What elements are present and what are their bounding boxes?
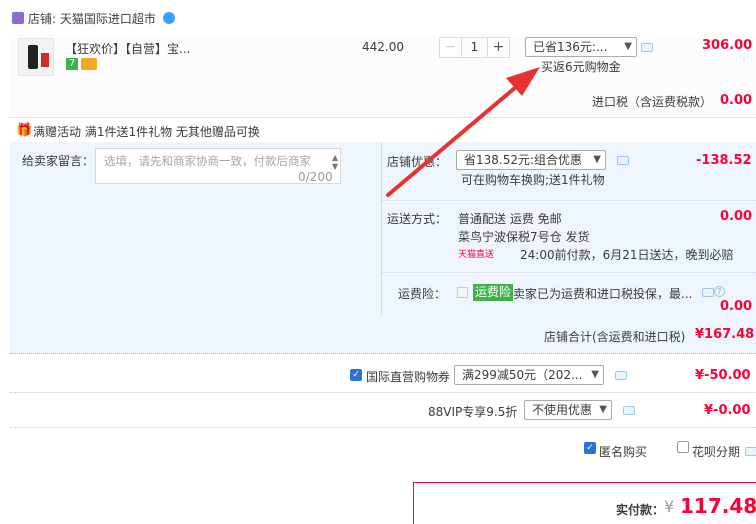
payment-label: 实付款：	[616, 503, 665, 517]
chat-icon[interactable]	[615, 371, 627, 380]
vip-discount-amount: ¥-0.00	[704, 403, 751, 418]
gift-promo-text: 满赠活动 满1件送1件礼物 无其他赠品可换	[33, 125, 260, 139]
delivery-estimate: 24:00前付款，6月21日送达，晚到必赔	[520, 248, 734, 262]
vip-discount-label: 88VIP专享9.5折	[428, 405, 518, 419]
divider	[381, 272, 756, 273]
payment-total: 117.48	[680, 494, 756, 518]
shop-discount-label: 店铺优惠：	[387, 155, 448, 169]
message-char-count: 0/200	[298, 170, 333, 184]
intl-coupon-value: 满299减50元（202...	[462, 368, 583, 382]
shop-discount-value-text: 省138.52元:组合优惠	[464, 153, 583, 167]
decrease-quantity-button[interactable]: −	[440, 38, 462, 57]
tmall-direct-badge: 天猫直送	[458, 250, 495, 260]
wangwang-icon[interactable]	[163, 12, 175, 24]
shop-total-label: 店铺合计(含运费和进口税)	[544, 330, 686, 344]
shop-discount-select[interactable]: 省138.52元:组合优惠 ▼	[456, 150, 606, 170]
chat-icon[interactable]	[617, 156, 629, 165]
insurance-label: 运费险：	[398, 287, 447, 301]
chat-icon[interactable]	[702, 288, 714, 297]
gift-icon: 🎁	[16, 123, 33, 138]
chevron-down-icon: ▼	[591, 369, 599, 380]
shipping-label: 运送方式：	[387, 212, 448, 226]
card-payment-icon	[81, 58, 97, 70]
vip-discount-value: 不使用优惠	[532, 403, 593, 417]
huabei-label[interactable]: 花呗分期	[692, 443, 740, 460]
divider	[10, 392, 756, 393]
product-thumbnail[interactable]	[18, 38, 54, 76]
vip-discount-select[interactable]: 不使用优惠 ▼	[524, 400, 612, 420]
chevron-down-icon: ▼	[599, 404, 607, 415]
shop-discount-amount: -138.52	[696, 153, 752, 168]
seller-message-placeholder: 选填，请先和商家协商一致，付款后商家	[104, 154, 311, 168]
intl-coupon-checkbox[interactable]: ✓	[350, 369, 362, 381]
scroll-arrows-icon[interactable]: ▲ ▼	[332, 153, 338, 171]
quantity-stepper: − 1 +	[439, 37, 510, 58]
product-title[interactable]: 【狂欢价】【自营】宝...	[65, 40, 190, 57]
chat-icon[interactable]	[745, 447, 756, 456]
store-icon	[12, 12, 24, 24]
anonymous-checkbox[interactable]: ✓	[584, 442, 596, 454]
intl-coupon-amount: ¥-50.00	[695, 368, 751, 383]
import-tax-value: 0.00	[720, 93, 753, 108]
chat-icon[interactable]	[623, 406, 635, 415]
increase-quantity-button[interactable]: +	[487, 38, 509, 57]
import-tax-label: 进口税（含运费税款）	[592, 95, 713, 109]
anonymous-label[interactable]: 匿名购买	[599, 443, 647, 460]
insurance-badge: 运费险	[473, 284, 514, 301]
store-label[interactable]: 店铺: 天猫国际进口超市	[28, 10, 156, 27]
shipping-method: 普通配送 运费 免邮	[458, 212, 562, 226]
chevron-down-icon: ▼	[593, 154, 601, 165]
shipping-warehouse: 菜鸟宁波保税7号仓 发货	[458, 230, 590, 244]
coupon-note: 买返6元购物金	[541, 60, 621, 74]
shipping-fee: 0.00	[720, 209, 753, 224]
item-total: 306.00	[702, 38, 753, 53]
help-icon[interactable]: ?	[714, 286, 725, 297]
insurance-checkbox	[457, 287, 468, 298]
divider	[381, 200, 756, 201]
huabei-checkbox[interactable]	[677, 441, 689, 453]
item-discount-select[interactable]: 已省136元:... ▼	[525, 37, 637, 57]
divider	[10, 427, 756, 428]
payment-currency: ¥	[664, 497, 675, 516]
seven-day-return-icon: 7	[66, 58, 78, 70]
intl-coupon-select[interactable]: 满299减50元（202... ▼	[454, 365, 604, 385]
quantity-input[interactable]: 1	[462, 38, 487, 57]
chat-icon[interactable]	[641, 43, 653, 52]
chevron-down-icon: ▼	[624, 41, 632, 52]
insurance-value: 0.00	[720, 299, 753, 314]
unit-price: 442.00	[362, 40, 404, 54]
shop-total-value: ¥167.48	[695, 327, 755, 342]
intl-coupon-label: 国际直营购物券	[366, 370, 451, 384]
shop-discount-note: 可在购物车换购;送1件礼物	[461, 173, 605, 187]
item-discount-value: 已省136元:...	[533, 40, 608, 54]
message-label: 给卖家留言：	[22, 154, 95, 168]
insurance-description: 卖家已为运费和进口税投保，最...	[513, 287, 693, 301]
